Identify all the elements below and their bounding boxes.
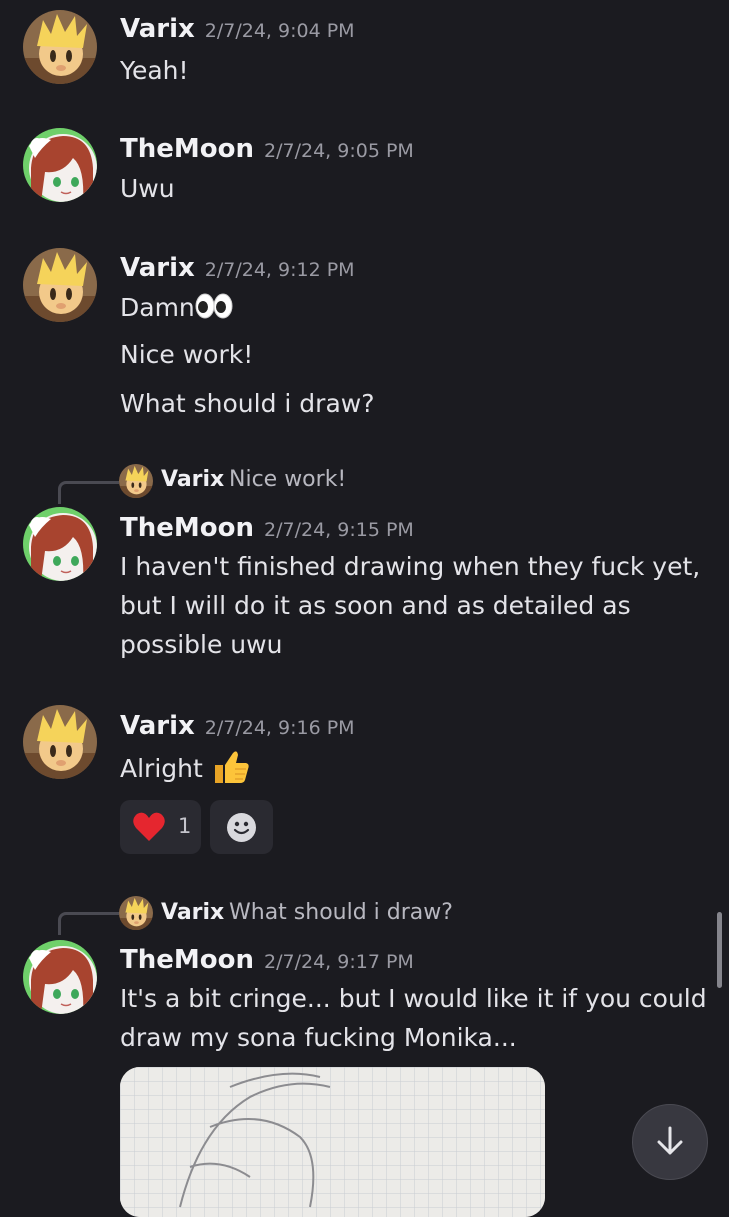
jump-to-latest-button[interactable]: [632, 1104, 708, 1180]
message-line: Damn: [120, 292, 233, 326]
reaction-count: 1: [178, 814, 192, 838]
avatar-varix[interactable]: [23, 248, 97, 322]
message-text: draw my sona fucking Monika...: [120, 1023, 517, 1052]
reply-connector: [58, 912, 119, 935]
reply-preview[interactable]: Nice work!: [229, 467, 346, 492]
reply-avatar-varix: [119, 464, 153, 498]
author-name[interactable]: Varix: [120, 14, 195, 44]
author-name[interactable]: TheMoon: [120, 945, 254, 975]
avatar-varix[interactable]: [23, 705, 97, 779]
avatar-themoon[interactable]: [23, 940, 97, 1014]
message-line: Alright: [120, 749, 251, 791]
reaction-heart[interactable]: 1: [120, 800, 201, 854]
reply-connector: [58, 481, 119, 504]
message-text: What should i draw?: [120, 389, 375, 418]
image-attachment[interactable]: [120, 1067, 545, 1217]
avatar-themoon[interactable]: [23, 128, 97, 202]
timestamp: 2/7/24, 9:12 PM: [204, 259, 355, 281]
message-text: possible uwu: [120, 630, 283, 659]
author-name[interactable]: TheMoon: [120, 134, 254, 164]
message-text: It's a bit cringe... but I would like it…: [120, 984, 707, 1013]
reply-avatar-varix: [119, 896, 153, 930]
timestamp: 2/7/24, 9:17 PM: [264, 951, 414, 973]
timestamp: 2/7/24, 9:04 PM: [204, 20, 355, 42]
reply-preview[interactable]: What should i draw?: [229, 900, 453, 925]
scrollbar[interactable]: [717, 912, 722, 988]
timestamp: 2/7/24, 9:15 PM: [264, 519, 414, 541]
arrow-down-icon: [655, 1125, 685, 1161]
author-name[interactable]: Varix: [120, 711, 195, 741]
message-text: Damn: [120, 293, 195, 322]
thumbs-up-emoji: [211, 749, 251, 791]
message-text: Nice work!: [120, 340, 254, 369]
message-text: Uwu: [120, 174, 175, 203]
add-reaction-button[interactable]: [210, 800, 273, 854]
smiley-icon: [226, 812, 257, 847]
timestamp: 2/7/24, 9:05 PM: [264, 140, 414, 162]
avatar-varix[interactable]: [23, 10, 97, 84]
reply-author[interactable]: Varix: [161, 467, 224, 492]
message-text: but I will do it as soon and as detailed…: [120, 591, 631, 620]
author-name[interactable]: TheMoon: [120, 513, 254, 543]
message-text: Alright: [120, 754, 203, 783]
reply-author[interactable]: Varix: [161, 900, 224, 925]
message-text: Yeah!: [120, 56, 189, 85]
author-name[interactable]: Varix: [120, 253, 195, 283]
timestamp: 2/7/24, 9:16 PM: [204, 717, 355, 739]
message-text: I haven't finished drawing when they fuc…: [120, 552, 701, 581]
eyes-emoji: [195, 292, 233, 326]
red-heart-emoji: [132, 811, 166, 847]
avatar-themoon[interactable]: [23, 507, 97, 581]
